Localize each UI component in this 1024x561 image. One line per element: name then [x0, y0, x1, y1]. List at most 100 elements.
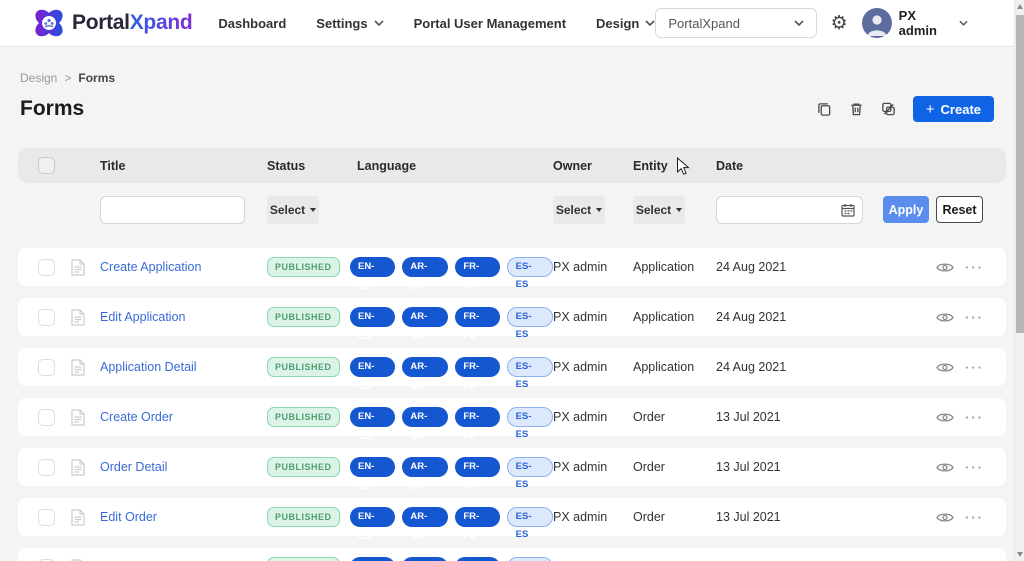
date-cell: 24 Aug 2021 [716, 360, 787, 374]
row-checkbox[interactable] [38, 508, 55, 526]
select-all-checkbox[interactable] [38, 157, 55, 174]
language-chip[interactable]: EN-US [350, 307, 396, 342]
owner-filter-select[interactable]: Select [553, 196, 605, 224]
row-checkbox[interactable] [38, 458, 55, 476]
clone-form-icon[interactable] [881, 101, 896, 117]
language-chip[interactable]: AR-SA [402, 257, 449, 292]
language-chip[interactable]: EN-US [350, 357, 396, 392]
language-chip[interactable]: FR-FR [455, 257, 500, 292]
row-checkbox[interactable] [38, 408, 55, 426]
language-chip[interactable]: AR-SA [402, 407, 449, 442]
row-checkbox[interactable] [38, 258, 55, 276]
language-chip[interactable]: EN-US [350, 557, 396, 561]
language-chip[interactable]: AR-SA [402, 307, 449, 342]
date-cell: 24 Aug 2021 [716, 260, 787, 274]
language-chip[interactable]: FR-FR [455, 307, 500, 342]
language-chip[interactable]: FR-FR [455, 407, 500, 442]
column-header-date[interactable]: Date [716, 159, 920, 173]
calendar-icon[interactable] [841, 203, 855, 217]
portal-selector[interactable]: PortalXpand [655, 8, 817, 38]
nav-item-settings[interactable]: Settings [316, 16, 384, 31]
language-chips: EN-USAR-SAFR-FRES-ES [350, 257, 553, 292]
create-button[interactable]: + Create [912, 96, 994, 122]
status-filter-select[interactable]: Select [267, 196, 319, 224]
navbar-right: PortalXpand ⚙ PX admin [655, 8, 990, 38]
column-header-title[interactable]: Title [100, 159, 267, 173]
form-title-link[interactable]: Edit Application [100, 310, 267, 324]
language-chip[interactable]: ES-ES [506, 307, 553, 340]
language-chip[interactable]: AR-SA [402, 557, 449, 561]
column-header-status[interactable]: Status [267, 159, 350, 173]
column-header-language[interactable]: Language [350, 159, 553, 173]
eye-icon[interactable] [936, 261, 954, 274]
status-badge: PUBLISHED [267, 557, 340, 561]
vertical-scrollbar[interactable] [1014, 0, 1024, 561]
scrollbar-thumb[interactable] [1016, 15, 1024, 333]
row-menu-icon[interactable]: ··· [965, 411, 984, 424]
row-menu-icon[interactable]: ··· [965, 461, 984, 474]
row-menu-icon[interactable]: ··· [965, 261, 984, 274]
copy-icon[interactable] [817, 101, 832, 117]
language-chip[interactable]: FR-FR [455, 457, 500, 492]
brand-logo[interactable]: PortalXpand [34, 8, 193, 38]
table-body: Create Application PUBLISHED EN-US AR-SA F… [18, 248, 1006, 561]
language-chip[interactable]: EN-US [350, 407, 396, 442]
scroll-down-arrow-icon[interactable] [1017, 552, 1023, 557]
entity-cell: Order [633, 460, 665, 474]
column-header-owner[interactable]: Owner [553, 159, 633, 173]
language-chip[interactable]: ES-ES [506, 457, 553, 490]
page-title: Forms [20, 97, 85, 120]
row-menu-icon[interactable]: ··· [965, 361, 984, 374]
eye-icon[interactable] [936, 361, 954, 374]
row-checkbox[interactable] [38, 308, 55, 326]
breadcrumb-parent[interactable]: Design [20, 71, 57, 85]
entity-filter-select[interactable]: Select [633, 196, 685, 224]
table-row: Edit Order PUBLISHED EN-US AR-SA FR-FR ES-E… [18, 498, 1006, 542]
reset-button[interactable]: Reset [936, 196, 983, 223]
eye-icon[interactable] [936, 511, 954, 524]
nav-item-dashboard[interactable]: Dashboard [218, 16, 286, 31]
language-chip[interactable]: ES-ES [506, 557, 553, 561]
language-chip[interactable]: FR-FR [455, 357, 500, 392]
row-menu-icon[interactable]: ··· [965, 511, 984, 524]
user-menu[interactable]: PX admin [861, 8, 968, 38]
row-menu-icon[interactable]: ··· [965, 311, 984, 324]
language-chip[interactable]: FR-FR [455, 507, 500, 542]
row-checkbox[interactable] [38, 358, 55, 376]
person-icon [867, 15, 887, 36]
language-chip[interactable]: AR-SA [402, 507, 449, 542]
nav-item-design[interactable]: Design [596, 16, 655, 31]
form-file-icon [71, 458, 85, 476]
form-title-link[interactable]: Create Application [100, 260, 267, 274]
scroll-up-arrow-icon[interactable] [1017, 4, 1023, 9]
eye-icon[interactable] [936, 411, 954, 424]
trash-icon[interactable] [849, 101, 864, 117]
language-chip[interactable]: ES-ES [506, 257, 553, 290]
nav-item-portal-user-management[interactable]: Portal User Management [414, 16, 566, 31]
language-chip[interactable]: ES-ES [506, 407, 553, 440]
form-title-link[interactable]: Application Detail [100, 360, 267, 374]
language-chip[interactable]: ES-ES [506, 357, 553, 390]
apply-button[interactable]: Apply [883, 196, 929, 223]
owner-cell: PX admin [553, 460, 608, 474]
language-chips: EN-USAR-SAFR-FRES-ES [350, 307, 553, 342]
language-chip[interactable]: FR-FR [455, 557, 500, 561]
title-filter-input[interactable] [100, 196, 245, 224]
form-title-link[interactable]: Create Order [100, 410, 267, 424]
gear-icon[interactable]: ⚙ [831, 14, 848, 33]
column-header-entity[interactable]: Entity [633, 159, 716, 173]
form-title-link[interactable]: Edit Order [100, 510, 267, 524]
language-chip[interactable]: EN-US [350, 457, 396, 492]
language-chip[interactable]: AR-SA [402, 357, 449, 392]
language-chip[interactable]: EN-US [350, 257, 396, 292]
entity-cell: Application [633, 360, 695, 374]
form-title-link[interactable]: Order Detail [100, 460, 267, 474]
language-chip[interactable]: AR-SA [402, 457, 449, 492]
language-chip[interactable]: EN-US [350, 507, 396, 542]
language-chip[interactable]: ES-ES [506, 507, 553, 540]
form-file-icon [71, 308, 85, 326]
language-chips: EN-USAR-SAFR-FRES-ES [350, 357, 553, 392]
plus-icon: + [925, 100, 935, 118]
eye-icon[interactable] [936, 311, 954, 324]
eye-icon[interactable] [936, 461, 954, 474]
